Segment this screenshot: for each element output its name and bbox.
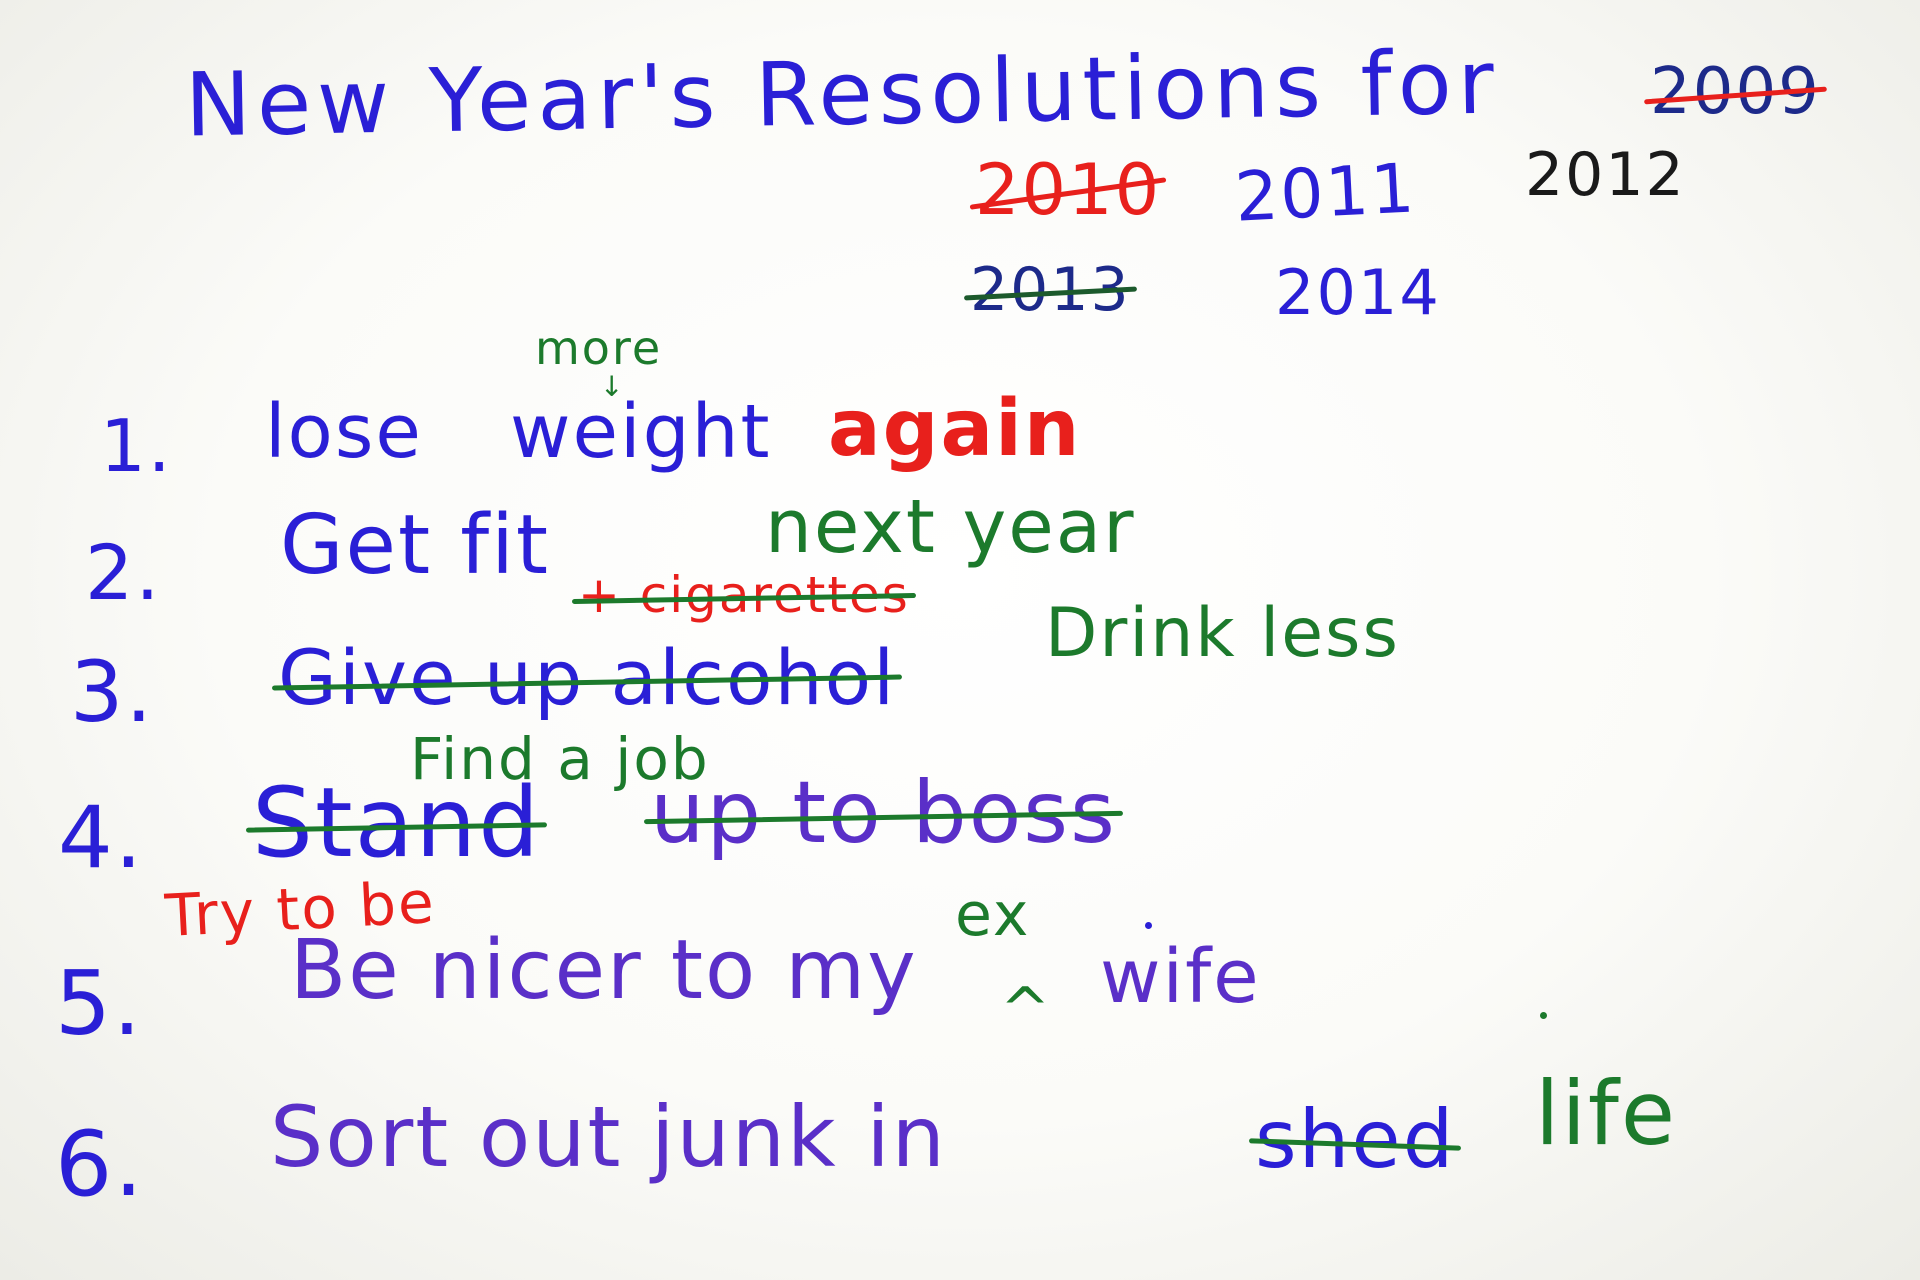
item-1-number: 1. (100, 404, 173, 488)
item-5-insert: ex (955, 880, 1031, 950)
marker-dot (1145, 922, 1152, 929)
item-4-up-to-boss-struck: up to boss (650, 763, 1117, 863)
item-4-number: 4. (58, 788, 145, 888)
item-2-number: 2. (85, 528, 162, 617)
page-title: New Year's Resolutions for (184, 30, 1501, 157)
item-2-text: Get fit (280, 498, 551, 593)
year-2009-struck: 2009 (1650, 55, 1821, 129)
item-6-addition: life (1535, 1062, 1678, 1165)
year-2014: 2014 (1275, 256, 1441, 329)
item-5-number: 5. (55, 952, 143, 1055)
item-3-number: 3. (70, 643, 155, 741)
whiteboard: New Year's Resolutions for 2009 2010 201… (0, 0, 1920, 1280)
item-5-text-a: Be nicer to my (290, 923, 918, 1018)
year-2010-struck: 2010 (975, 149, 1162, 231)
item-2-addition: next year (765, 484, 1136, 570)
item-3-cigarettes-struck: + cigarettes (578, 566, 910, 624)
item-1-addition: again (828, 384, 1082, 474)
item-3-addition: Drink less (1045, 594, 1400, 673)
item-1-text-lose: lose (265, 389, 423, 475)
item-4-up-to-boss: up to boss (650, 770, 1117, 856)
item-3-struck-insert: + cigarettes (578, 570, 910, 620)
item-1-text-weight: weight (510, 389, 772, 475)
year-2012: 2012 (1525, 140, 1686, 210)
insert-caret-icon: ^ (1000, 975, 1051, 1045)
item-3-give-up-alcohol-struck: Give up alcohol (278, 633, 897, 722)
year-2013: 2013 (970, 260, 1131, 320)
year-2011: 2011 (1233, 149, 1418, 238)
year-2009: 2009 (1650, 60, 1821, 124)
item-6-shed-struck: shed (1255, 1093, 1456, 1186)
item-6-text: Sort out junk in (270, 1088, 947, 1186)
year-2010: 2010 (975, 155, 1161, 225)
item-3-struck-text: Give up alcohol (278, 640, 896, 716)
item-1-insert: more (535, 321, 663, 375)
item-4-stand-struck: Stand (252, 767, 542, 879)
item-6-number: 6. (55, 1112, 145, 1217)
year-2013-struck: 2013 (970, 255, 1131, 325)
item-4-stand: Stand (252, 775, 541, 871)
item-5-text-b: wife (1100, 934, 1261, 1020)
item-6-shed: shed (1255, 1100, 1455, 1180)
marker-dot (1540, 1012, 1547, 1019)
